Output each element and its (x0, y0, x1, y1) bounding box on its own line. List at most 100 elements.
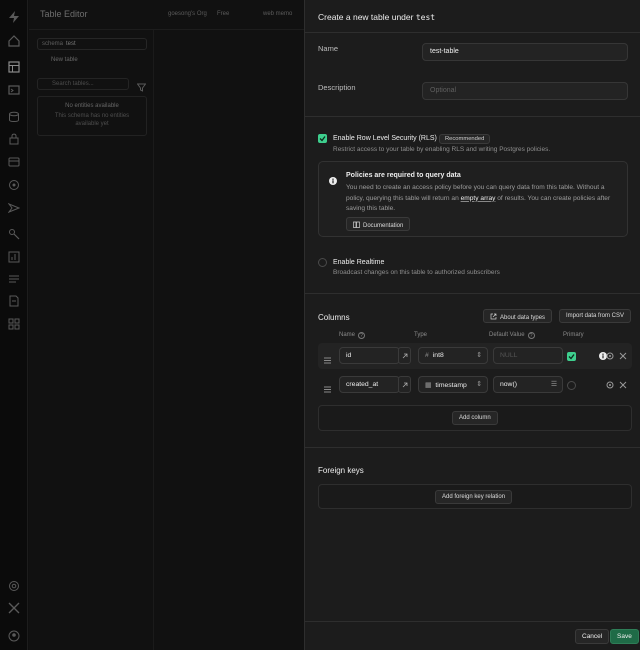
empty-state-title: No entities available (65, 103, 119, 109)
description-input[interactable]: Optional (422, 82, 628, 100)
realtime-subtitle: Broadcast changes on this table to autho… (333, 269, 500, 276)
list-icon[interactable]: ☰ (551, 380, 557, 388)
home-icon[interactable] (8, 35, 20, 47)
panel-title-text: Create a new table under (318, 12, 414, 22)
column-type-value: timestamp (435, 382, 467, 389)
logo-icon[interactable] (8, 11, 20, 23)
hash-icon: # (425, 352, 429, 359)
default-value-input[interactable]: NULL (493, 347, 563, 364)
link-icon[interactable] (398, 376, 411, 393)
column-name-input[interactable]: id (339, 347, 400, 364)
breadcrumb-plan: Free (217, 11, 230, 17)
book-icon (353, 221, 360, 228)
calendar-icon: ▦ (425, 382, 432, 389)
info-icon (329, 172, 337, 185)
table-editor-sidebar: schema test New table Search tables... No… (29, 30, 154, 650)
description-label: Description (318, 83, 356, 92)
advisors-icon[interactable] (8, 228, 20, 240)
page-title: Table Editor (40, 9, 88, 19)
column-header-name: Name? (339, 332, 366, 339)
column-type-value: int8 (432, 352, 444, 359)
breadcrumb-project[interactable]: web memo (263, 11, 292, 17)
rls-checkbox[interactable] (318, 134, 327, 143)
sql-editor-icon[interactable] (8, 84, 20, 96)
documentation-button[interactable]: Documentation (346, 217, 411, 231)
realtime-checkbox[interactable] (318, 258, 327, 267)
docs-icon[interactable] (8, 295, 20, 307)
column-header-default-text: Default Value (489, 332, 525, 338)
realtime-title: Enable Realtime (333, 259, 385, 266)
documentation-label: Documentation (363, 223, 404, 229)
divider (305, 116, 640, 117)
new-table-button[interactable]: New table (37, 54, 147, 66)
remove-column-icon[interactable] (619, 381, 627, 389)
recommended-badge: Recommended (439, 134, 491, 144)
column-type-select[interactable]: ▦ timestamp ⇕ (418, 376, 488, 393)
panel-header: Create a new table under test (305, 0, 640, 33)
link-icon[interactable] (398, 347, 411, 364)
import-csv-button[interactable]: Import data from CSV (559, 309, 632, 323)
column-row: created_at ▦ timestamp ⇕ now() ☰ (318, 372, 632, 398)
panel-schema-name: test (415, 13, 436, 22)
storage-icon[interactable] (8, 156, 20, 168)
rls-title: Enable Row Level Security (RLS) (333, 135, 437, 142)
schema-value: test (66, 41, 76, 47)
app: Table Editor goesong's Org Free web memo… (0, 0, 640, 650)
breadcrumb-org[interactable]: goesong's Org (168, 11, 207, 17)
logs-icon[interactable] (8, 273, 20, 285)
foreign-keys-title: Foreign keys (318, 466, 364, 475)
settings-icon[interactable] (8, 580, 20, 592)
chevron-updown-icon: ⇕ (474, 380, 482, 388)
table-editor-icon[interactable] (8, 61, 20, 73)
database-icon[interactable] (8, 111, 20, 123)
empty-state-subtitle: This schema has no entities available ye… (54, 113, 130, 127)
settings-gear-icon[interactable] (606, 381, 614, 389)
about-data-types-label: About data types (500, 315, 546, 321)
foreign-keys-area: Add foreign key relation (318, 484, 632, 509)
reports-icon[interactable] (8, 251, 20, 263)
help-icon[interactable]: ? (358, 332, 366, 339)
drag-handle-icon[interactable] (324, 351, 331, 364)
help-icon[interactable]: ? (527, 332, 535, 339)
column-name-input[interactable]: created_at (339, 376, 400, 393)
settings-gear-icon[interactable] (606, 352, 614, 360)
name-label: Name (318, 44, 339, 53)
default-value-input[interactable]: now() ☰ (493, 376, 563, 393)
primary-key-checkbox[interactable] (567, 352, 576, 361)
table-name-input[interactable]: test-table (422, 43, 628, 61)
schema-selector[interactable]: schema test (37, 38, 147, 50)
primary-key-checkbox[interactable] (567, 381, 576, 390)
chevron-updown-icon: ⇕ (476, 352, 482, 359)
add-column-button[interactable]: Add column (452, 411, 498, 425)
icon-rail (0, 0, 28, 650)
external-link-icon (490, 313, 497, 320)
table-editor-header: Table Editor goesong's Org Free web memo (29, 0, 304, 30)
drag-handle-icon[interactable] (324, 380, 331, 393)
filter-icon[interactable] (136, 79, 147, 92)
table-editor-background: Table Editor goesong's Org Free web memo… (29, 0, 304, 650)
about-data-types-button[interactable]: About data types (483, 309, 553, 323)
cancel-button[interactable]: Cancel (575, 629, 610, 644)
column-header-name-text: Name (339, 332, 356, 338)
policy-notice: Policies are required to query data You … (318, 161, 628, 237)
auth-icon[interactable] (8, 133, 20, 145)
column-header-type: Type (414, 332, 428, 338)
divider (305, 447, 640, 448)
account-icon[interactable] (8, 630, 20, 642)
column-header-primary: Primary (563, 332, 584, 338)
add-column-area: Add column (318, 405, 632, 431)
policy-title: Policies are required to query data (346, 172, 461, 179)
save-button[interactable]: Save (610, 629, 639, 644)
default-value-text: now() (500, 381, 517, 388)
realtime-icon[interactable] (8, 202, 20, 214)
integrations-icon[interactable] (8, 318, 20, 330)
search-tables-input[interactable]: Search tables... (37, 78, 129, 90)
add-foreign-key-button[interactable]: Add foreign key relation (435, 490, 513, 504)
remove-column-icon[interactable] (619, 352, 627, 360)
tools-icon[interactable] (8, 602, 20, 614)
empty-array-link[interactable]: empty array (461, 195, 496, 202)
column-row: id # int8 ⇕ NULL (318, 343, 632, 369)
edge-functions-icon[interactable] (8, 179, 20, 191)
column-type-select[interactable]: # int8 ⇕ (418, 347, 488, 364)
policy-text: You need to create an access policy befo… (346, 183, 622, 215)
